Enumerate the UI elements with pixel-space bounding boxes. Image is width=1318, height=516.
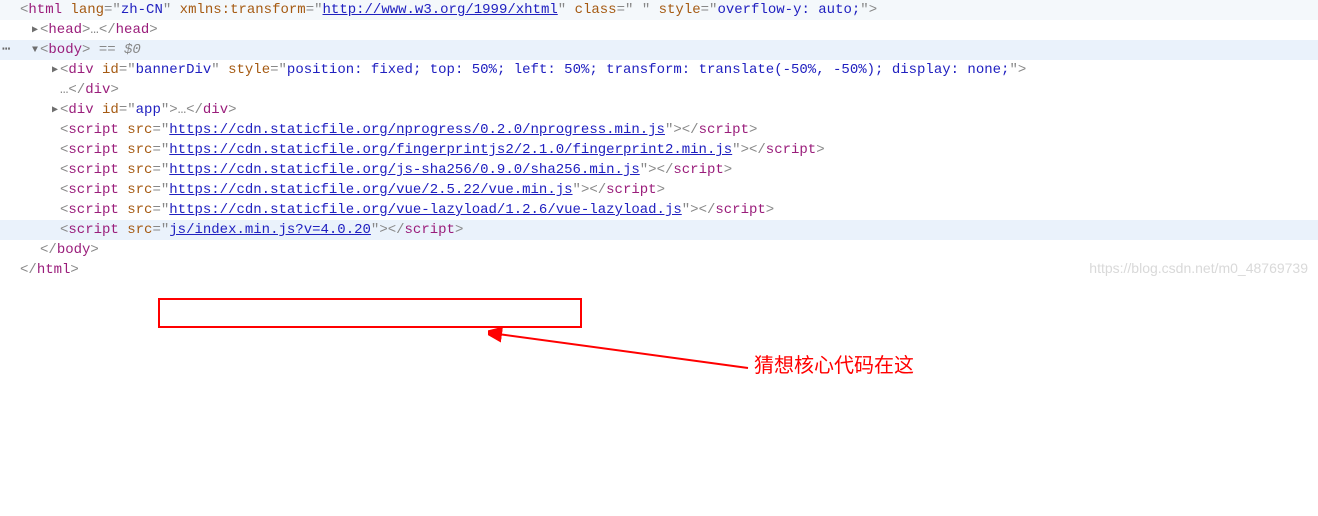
tag-script: script xyxy=(68,182,118,198)
dom-line-body-open[interactable]: ⋯<body> == $0 xyxy=(0,40,1318,60)
dom-line-body-close[interactable]: </body> xyxy=(0,240,1318,260)
expand-arrow-icon[interactable] xyxy=(30,21,40,41)
script-src-link[interactable]: https://cdn.staticfile.org/vue-lazyload/… xyxy=(169,202,681,218)
script-src-link[interactable]: https://cdn.staticfile.org/fingerprintjs… xyxy=(169,142,732,158)
dom-line-script-2[interactable]: <script src="https://cdn.staticfile.org/… xyxy=(0,160,1318,180)
overflow-dots-icon[interactable]: ⋯ xyxy=(0,40,18,60)
dom-line-script-1[interactable]: <script src="https://cdn.staticfile.org/… xyxy=(0,140,1318,160)
tag-script: script xyxy=(68,162,118,178)
watermark: https://blog.csdn.net/m0_48769739 xyxy=(1089,258,1308,278)
dom-line-script-0[interactable]: <script src="https://cdn.staticfile.org/… xyxy=(0,120,1318,140)
dom-inspector-panel: <html lang="zh-CN" xmlns:transform="http… xyxy=(0,0,1318,280)
script-src-link[interactable]: https://cdn.staticfile.org/js-sha256/0.9… xyxy=(169,162,639,178)
annotation-redbox xyxy=(158,298,582,328)
script-src-link[interactable]: js/index.min.js?v=4.0.20 xyxy=(169,222,371,238)
annotation-arrow-icon xyxy=(488,324,768,384)
tag-script: script xyxy=(68,142,118,158)
expand-arrow-icon[interactable] xyxy=(30,41,40,61)
tag-script: script xyxy=(68,222,118,238)
dom-line-bannerdiv[interactable]: <div id="bannerDiv" style="position: fix… xyxy=(0,60,1318,80)
selected-node-label: == $0 xyxy=(90,42,140,58)
tag-html: html xyxy=(28,2,62,18)
dom-line-script-5[interactable]: <script src="js/index.min.js?v=4.0.20"><… xyxy=(0,220,1318,240)
xmlns-link[interactable]: http://www.w3.org/1999/xhtml xyxy=(323,2,558,18)
expand-arrow-icon[interactable] xyxy=(50,61,60,81)
dom-line-head[interactable]: <head>…</head> xyxy=(0,20,1318,40)
dom-line-script-4[interactable]: <script src="https://cdn.staticfile.org/… xyxy=(0,200,1318,220)
tag-script: script xyxy=(68,122,118,138)
dom-line-script-3[interactable]: <script src="https://cdn.staticfile.org/… xyxy=(0,180,1318,200)
script-src-link[interactable]: https://cdn.staticfile.org/nprogress/0.2… xyxy=(169,122,665,138)
script-src-link[interactable]: https://cdn.staticfile.org/vue/2.5.22/vu… xyxy=(169,182,572,198)
annotation-text: 猜想核心代码在这 xyxy=(754,356,914,376)
dom-line-bannerdiv-close[interactable]: …</div> xyxy=(0,80,1318,100)
dom-line-html-open[interactable]: <html lang="zh-CN" xmlns:transform="http… xyxy=(0,0,1318,20)
dom-line-app[interactable]: <div id="app">…</div> xyxy=(0,100,1318,120)
tag-script: script xyxy=(68,202,118,218)
expand-arrow-icon[interactable] xyxy=(50,101,60,121)
